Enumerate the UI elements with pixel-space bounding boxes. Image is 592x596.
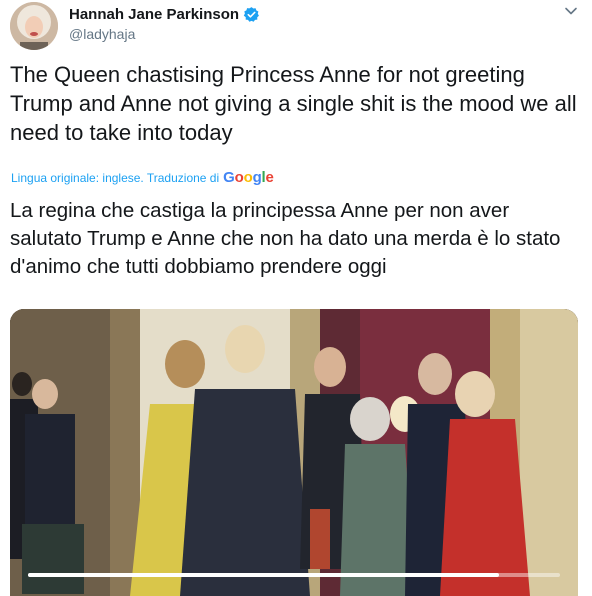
- avatar[interactable]: [10, 2, 58, 50]
- video-frame: [10, 309, 578, 596]
- author-name-row: Hannah Jane Parkinson: [69, 6, 260, 23]
- google-logo-g2: g: [252, 169, 262, 186]
- google-logo-g: G: [223, 169, 235, 186]
- tweet-text: The Queen chastising Princess Anne for n…: [10, 62, 577, 145]
- chevron-down-icon[interactable]: [564, 4, 578, 18]
- translation-attribution: Lingua originale: inglese. Traduzione di…: [11, 169, 274, 186]
- google-logo-o1: o: [234, 169, 244, 186]
- google-logo-o2: o: [243, 169, 253, 186]
- google-logo: Google: [223, 169, 274, 186]
- translation-label[interactable]: Lingua originale: inglese. Traduzione di: [11, 171, 219, 185]
- tweet-header: Hannah Jane Parkinson @ladyhaja: [10, 2, 586, 50]
- google-logo-e: e: [265, 169, 274, 186]
- author-handle[interactable]: @ladyhaja: [69, 26, 135, 42]
- video-progress-bar[interactable]: [28, 573, 560, 577]
- video-player[interactable]: [10, 309, 578, 596]
- verified-badge-icon: [243, 6, 260, 23]
- video-progress-fill: [28, 573, 499, 577]
- translated-text: La regina che castiga la principessa Ann…: [10, 199, 561, 278]
- author-name[interactable]: Hannah Jane Parkinson: [69, 6, 239, 23]
